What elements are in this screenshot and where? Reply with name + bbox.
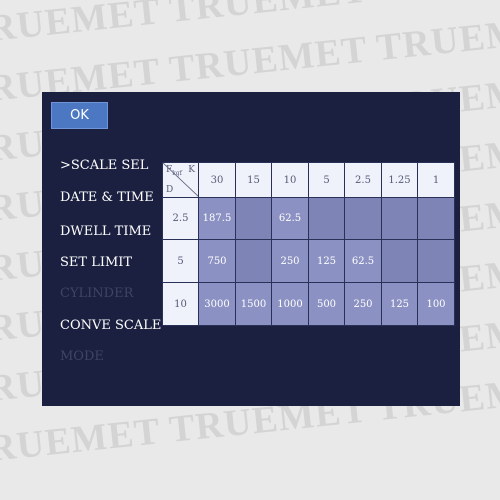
table-row: 10 3000 1500 1000 500 250 125 100 (162, 282, 455, 326)
k-header-cell[interactable]: 2.5 (344, 162, 382, 198)
force-unit: kgf (172, 169, 182, 177)
scale-cell[interactable]: 125 (381, 282, 418, 326)
d-label: D (166, 185, 174, 195)
scale-cell[interactable]: 250 (271, 239, 309, 283)
ok-button[interactable]: OK (51, 102, 108, 129)
scale-cell[interactable]: 62.5 (344, 239, 382, 283)
table-corner-cell: Fkgf K D (162, 162, 199, 198)
k-label: K (188, 165, 195, 175)
d-header-cell[interactable]: 5 (162, 239, 199, 283)
scale-cell[interactable] (344, 197, 382, 240)
menu-item-set-limit[interactable]: SET LIMIT (60, 255, 132, 270)
k-header-cell[interactable]: 10 (271, 162, 309, 198)
scale-cell[interactable] (381, 239, 418, 283)
scale-cell[interactable]: 750 (198, 239, 236, 283)
scale-cell[interactable]: 100 (417, 282, 455, 326)
k-header-cell[interactable]: 5 (308, 162, 345, 198)
table-row: 5 750 250 125 62.5 (162, 239, 455, 283)
scale-cell[interactable]: 187.5 (198, 197, 236, 240)
scale-cell[interactable] (417, 197, 455, 240)
watermark-text: TRUEMET TRUEMET TRUEMET TRUEMET TRUEMET (0, 0, 500, 54)
scale-cell[interactable]: 500 (308, 282, 345, 326)
scale-cell[interactable] (308, 197, 345, 240)
d-header-cell[interactable]: 2.5 (162, 197, 199, 240)
k-header-cell[interactable]: 15 (235, 162, 272, 198)
menu-item-cylinder: CYLINDER (60, 286, 134, 301)
k-header-cell[interactable]: 1.25 (381, 162, 418, 198)
table-row: 2.5 187.5 62.5 (162, 197, 455, 240)
device-screen: OK >SCALE SEL DATE & TIME DWELL TIME SET… (42, 92, 460, 406)
menu-item-conve-scale[interactable]: CONVE SCALE (60, 318, 161, 333)
scale-cell[interactable]: 62.5 (271, 197, 309, 240)
scale-cell[interactable]: 125 (308, 239, 345, 283)
menu-item-dwell-time[interactable]: DWELL TIME (60, 224, 151, 239)
k-header-cell[interactable]: 1 (417, 162, 455, 198)
k-header-cell[interactable]: 30 (198, 162, 236, 198)
scale-cell[interactable] (235, 197, 272, 240)
scale-cell[interactable]: 1000 (271, 282, 309, 326)
menu-item-mode: MODE (60, 349, 104, 364)
scale-cell[interactable] (417, 239, 455, 283)
menu-item-scale-sel[interactable]: >SCALE SEL (60, 158, 148, 173)
scale-cell[interactable]: 1500 (235, 282, 272, 326)
d-header-cell[interactable]: 10 (162, 282, 199, 326)
scale-cell[interactable]: 250 (344, 282, 382, 326)
menu-item-date-time[interactable]: DATE & TIME (60, 190, 154, 205)
scale-cell[interactable]: 3000 (198, 282, 236, 326)
scale-table: Fkgf K D 30 15 10 5 2.5 1.25 1 2.5 187.5… (162, 162, 455, 326)
scale-cell[interactable] (381, 197, 418, 240)
scale-cell[interactable] (235, 239, 272, 283)
